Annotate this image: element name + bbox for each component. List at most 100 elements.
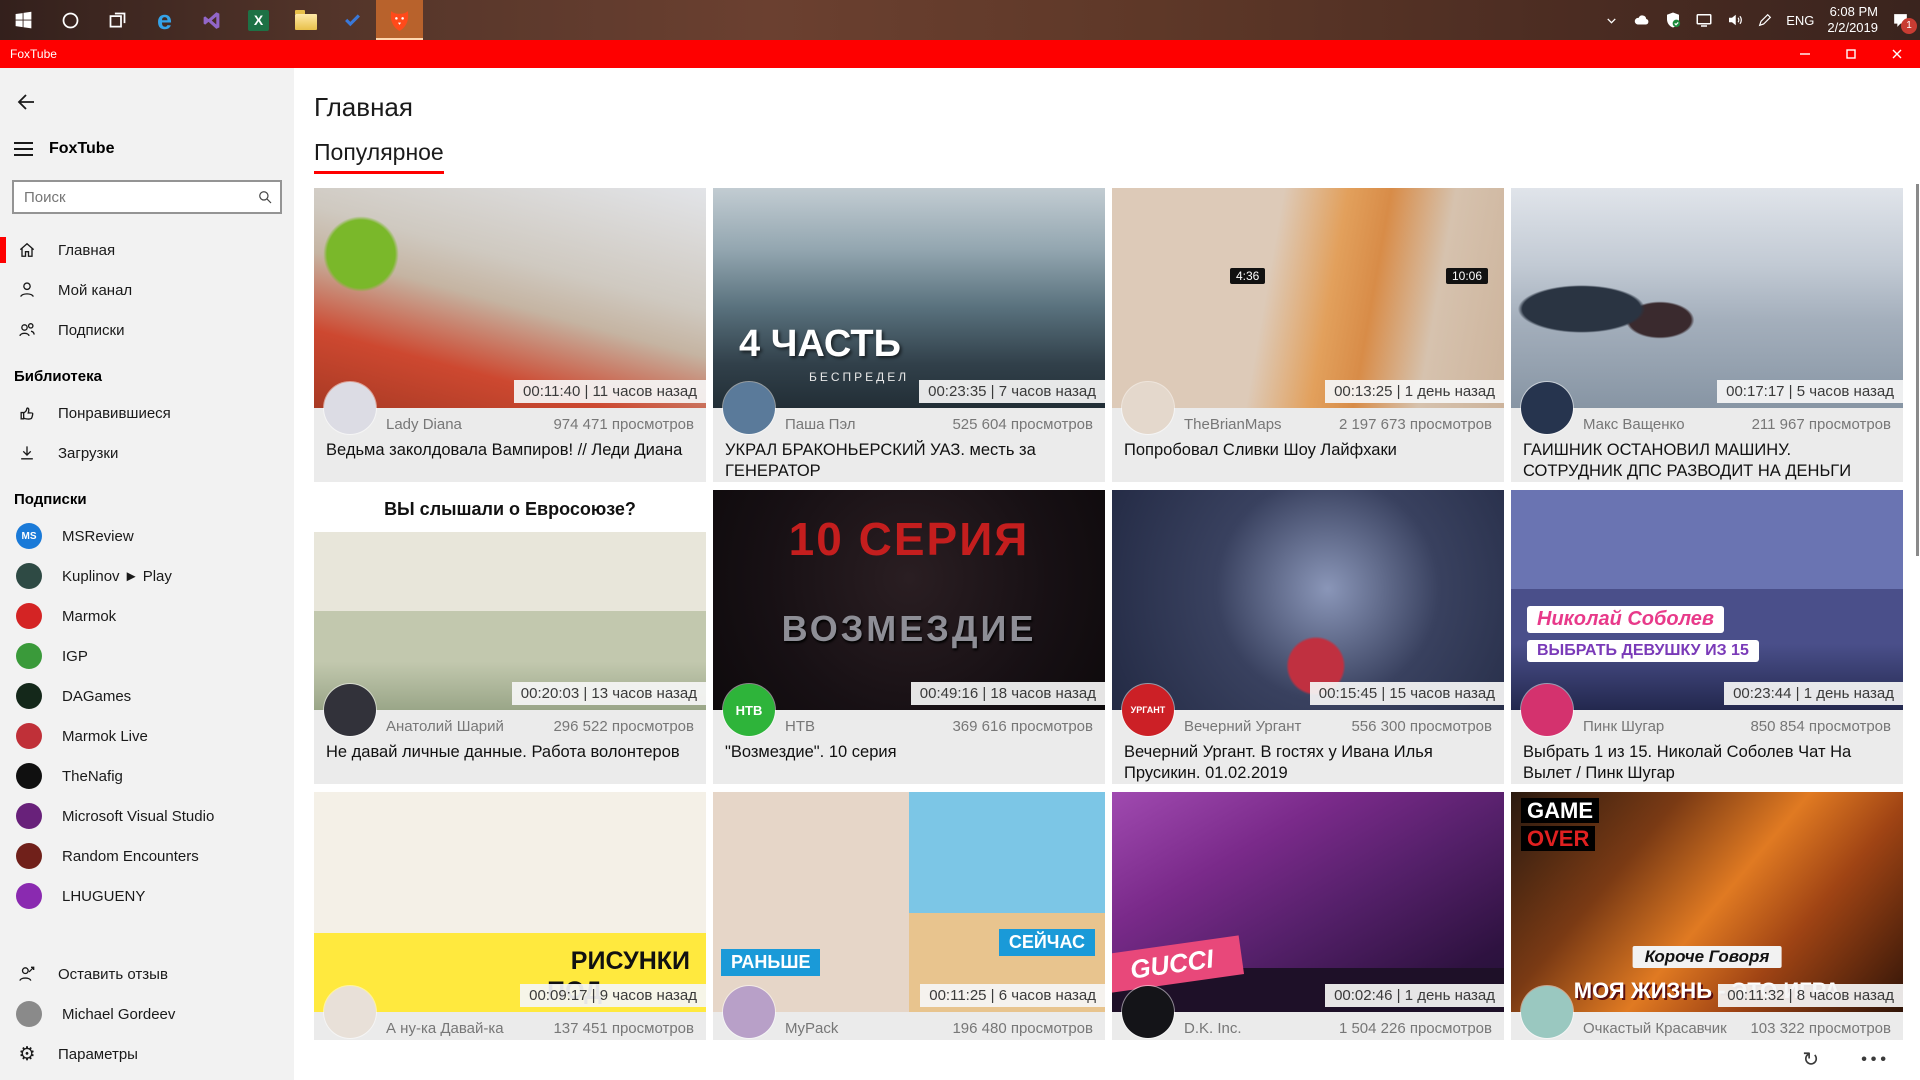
- channel-avatar: УРГАНТ: [1122, 684, 1174, 736]
- more-button[interactable]: •••: [1861, 1052, 1890, 1068]
- sidebar-subscription-9[interactable]: LHUGUENY: [0, 876, 294, 916]
- duration-badge: 00:23:35 | 7 часов назад: [919, 380, 1105, 403]
- channel-avatar: [16, 603, 42, 629]
- video-card[interactable]: 00:15:45 | 15 часов назад УРГАНТ Вечерни…: [1112, 490, 1504, 784]
- taskbar-task-view-icon[interactable]: [94, 0, 141, 40]
- video-card[interactable]: 10:064:36 00:13:25 | 1 день назад TheBri…: [1112, 188, 1504, 482]
- video-title: ГАИШНИК ОСТАНОВИЛ МАШИНУ. СОТРУДНИК ДПС …: [1511, 433, 1903, 482]
- video-title: Попробовал Сливки Шоу Лайфхаки: [1112, 433, 1504, 461]
- gear-icon: ⚙: [16, 1045, 38, 1064]
- network-icon[interactable]: [1695, 11, 1713, 29]
- item-label: Подписки: [58, 322, 125, 339]
- view-count: 103 322 просмотров: [1750, 1020, 1891, 1037]
- feedback-icon: [16, 964, 38, 984]
- taskbar-todo-check-icon[interactable]: [329, 0, 376, 40]
- sidebar-item-account[interactable]: Michael Gordeev: [0, 994, 294, 1034]
- sidebar-item-gear[interactable]: ⚙Параметры: [0, 1034, 294, 1074]
- search-icon[interactable]: [256, 188, 274, 206]
- sidebar-item-home[interactable]: Главная: [0, 230, 294, 270]
- item-label: DAGames: [62, 688, 131, 705]
- refresh-button[interactable]: ↻: [1802, 1050, 1819, 1070]
- sidebar-item-person[interactable]: Мой канал: [0, 270, 294, 310]
- sidebar-subscription-2[interactable]: Marmok: [0, 596, 294, 636]
- taskbar-foxtube-icon[interactable]: [376, 0, 423, 40]
- channel-name: D.K. Inc.: [1184, 1020, 1242, 1037]
- video-card[interactable]: ВОЗМЕЗДИЕ10 СЕРИЯ 00:49:16 | 18 часов на…: [713, 490, 1105, 784]
- sidebar-subscription-6[interactable]: TheNafig: [0, 756, 294, 796]
- item-label: Загрузки: [58, 445, 118, 462]
- duration-badge: 00:02:46 | 1 день назад: [1325, 984, 1504, 1007]
- date-label: 2/2/2019: [1827, 20, 1878, 35]
- channel-avatar: [324, 684, 376, 736]
- taskbar-file-explorer-icon[interactable]: [282, 0, 329, 40]
- sidebar-subscription-1[interactable]: Kuplinov ► Play: [0, 556, 294, 596]
- item-label: Главная: [58, 242, 115, 259]
- video-card[interactable]: GUCCI 00:02:46 | 1 день назад D.K. Inc. …: [1112, 792, 1504, 1080]
- pen-icon[interactable]: [1757, 12, 1773, 28]
- clock[interactable]: 6:08 PM 2/2/2019: [1827, 4, 1878, 37]
- section-title: Популярное: [314, 139, 444, 174]
- back-button[interactable]: [14, 90, 38, 114]
- sidebar-item-people[interactable]: Подписки: [0, 310, 294, 350]
- taskbar-visual-studio-icon[interactable]: [188, 0, 235, 40]
- channel-name: Вечерний Ургант: [1184, 718, 1301, 735]
- sidebar-subscription-5[interactable]: Marmok Live: [0, 716, 294, 756]
- item-label: Marmok: [62, 608, 116, 625]
- sidebar-subscription-8[interactable]: Random Encounters: [0, 836, 294, 876]
- hamburger-menu-icon[interactable]: [14, 142, 33, 156]
- video-card[interactable]: ВЫ слышали о Евросоюзе? 00:20:03 | 13 ча…: [314, 490, 706, 784]
- language-indicator[interactable]: ENG: [1786, 13, 1814, 28]
- item-label: TheNafig: [62, 768, 123, 785]
- sidebar-subscription-0[interactable]: MSMSReview: [0, 516, 294, 556]
- video-card[interactable]: БЕСПРЕДЕЛ4 ЧАСТЬ 00:23:35 | 7 часов наза…: [713, 188, 1105, 482]
- minimize-button[interactable]: [1782, 40, 1828, 68]
- taskbar-cortana-icon[interactable]: [47, 0, 94, 40]
- sidebar-subscription-4[interactable]: DAGames: [0, 676, 294, 716]
- onedrive-cloud-icon[interactable]: [1632, 11, 1651, 30]
- home-icon: [16, 240, 38, 260]
- channel-name: А ну-ка Давай-ка: [386, 1020, 504, 1037]
- channel-avatar: [1122, 382, 1174, 434]
- video-card[interactable]: МОЯ ЖИЗНЬ - ЭТО ИГРАКороче ГоворяOVERGAM…: [1511, 792, 1903, 1080]
- channel-avatar: [16, 763, 42, 789]
- video-card[interactable]: СЕЙЧАСРАНЬШЕ 00:11:25 | 6 часов назад My…: [713, 792, 1105, 1080]
- sidebar-item-feedback[interactable]: Оставить отзыв: [0, 954, 294, 994]
- video-card[interactable]: ПОДРИСУНКИ 00:09:17 | 9 часов назад А ну…: [314, 792, 706, 1080]
- window-title: FoxTube: [0, 47, 57, 61]
- item-label: IGP: [62, 648, 88, 665]
- close-button[interactable]: [1874, 40, 1920, 68]
- notifications-icon[interactable]: 1: [1891, 11, 1910, 30]
- duration-badge: 00:11:40 | 11 часов назад: [514, 380, 706, 403]
- video-thumbnail: ВОЗМЕЗДИЕ10 СЕРИЯ 00:49:16 | 18 часов на…: [713, 490, 1105, 710]
- thumbnail-overlay-text: 4:36: [1230, 268, 1265, 284]
- taskbar-edge-icon[interactable]: e: [141, 0, 188, 40]
- search-input[interactable]: [12, 180, 282, 214]
- sidebar-item-like[interactable]: Понравившиеся: [0, 393, 294, 433]
- view-count: 1 504 226 просмотров: [1339, 1020, 1492, 1037]
- subscriptions-list: MSMSReviewKuplinov ► Play Marmok IGP DAGame…: [0, 516, 294, 916]
- download-icon: [16, 443, 38, 463]
- video-card[interactable]: 00:17:17 | 5 часов назад Макс Ващенко 21…: [1511, 188, 1903, 482]
- item-label: Microsoft Visual Studio: [62, 808, 214, 825]
- volume-icon[interactable]: [1726, 11, 1744, 29]
- notification-badge: 1: [1901, 18, 1917, 34]
- sidebar-item-download[interactable]: Загрузки: [0, 433, 294, 473]
- video-card[interactable]: ВЫБРАТЬ ДЕВУШКУ ИЗ 15Николай Соболев 00:…: [1511, 490, 1903, 784]
- tray-chevron-icon[interactable]: [1604, 13, 1619, 28]
- item-label: Понравившиеся: [58, 405, 171, 422]
- video-thumbnail: 00:15:45 | 15 часов назад: [1112, 490, 1504, 710]
- scrollbar[interactable]: [1916, 184, 1919, 556]
- channel-name: Паша Пэл: [785, 416, 856, 433]
- duration-badge: 00:11:25 | 6 часов назад: [920, 984, 1105, 1007]
- sidebar-subscription-3[interactable]: IGP: [0, 636, 294, 676]
- video-card[interactable]: 00:11:40 | 11 часов назад Lady Diana 974…: [314, 188, 706, 482]
- video-title: Вечерний Ургант. В гостях у Ивана Илья П…: [1112, 735, 1504, 784]
- taskbar-excel-icon[interactable]: X: [235, 0, 282, 40]
- thumbnail-overlay-text: РИСУНКИ: [571, 947, 690, 976]
- sidebar-subscription-7[interactable]: Microsoft Visual Studio: [0, 796, 294, 836]
- item-label: Marmok Live: [62, 728, 148, 745]
- channel-avatar: [16, 723, 42, 749]
- maximize-button[interactable]: [1828, 40, 1874, 68]
- security-shield-icon[interactable]: [1664, 11, 1682, 29]
- taskbar-start-icon[interactable]: [0, 0, 47, 40]
